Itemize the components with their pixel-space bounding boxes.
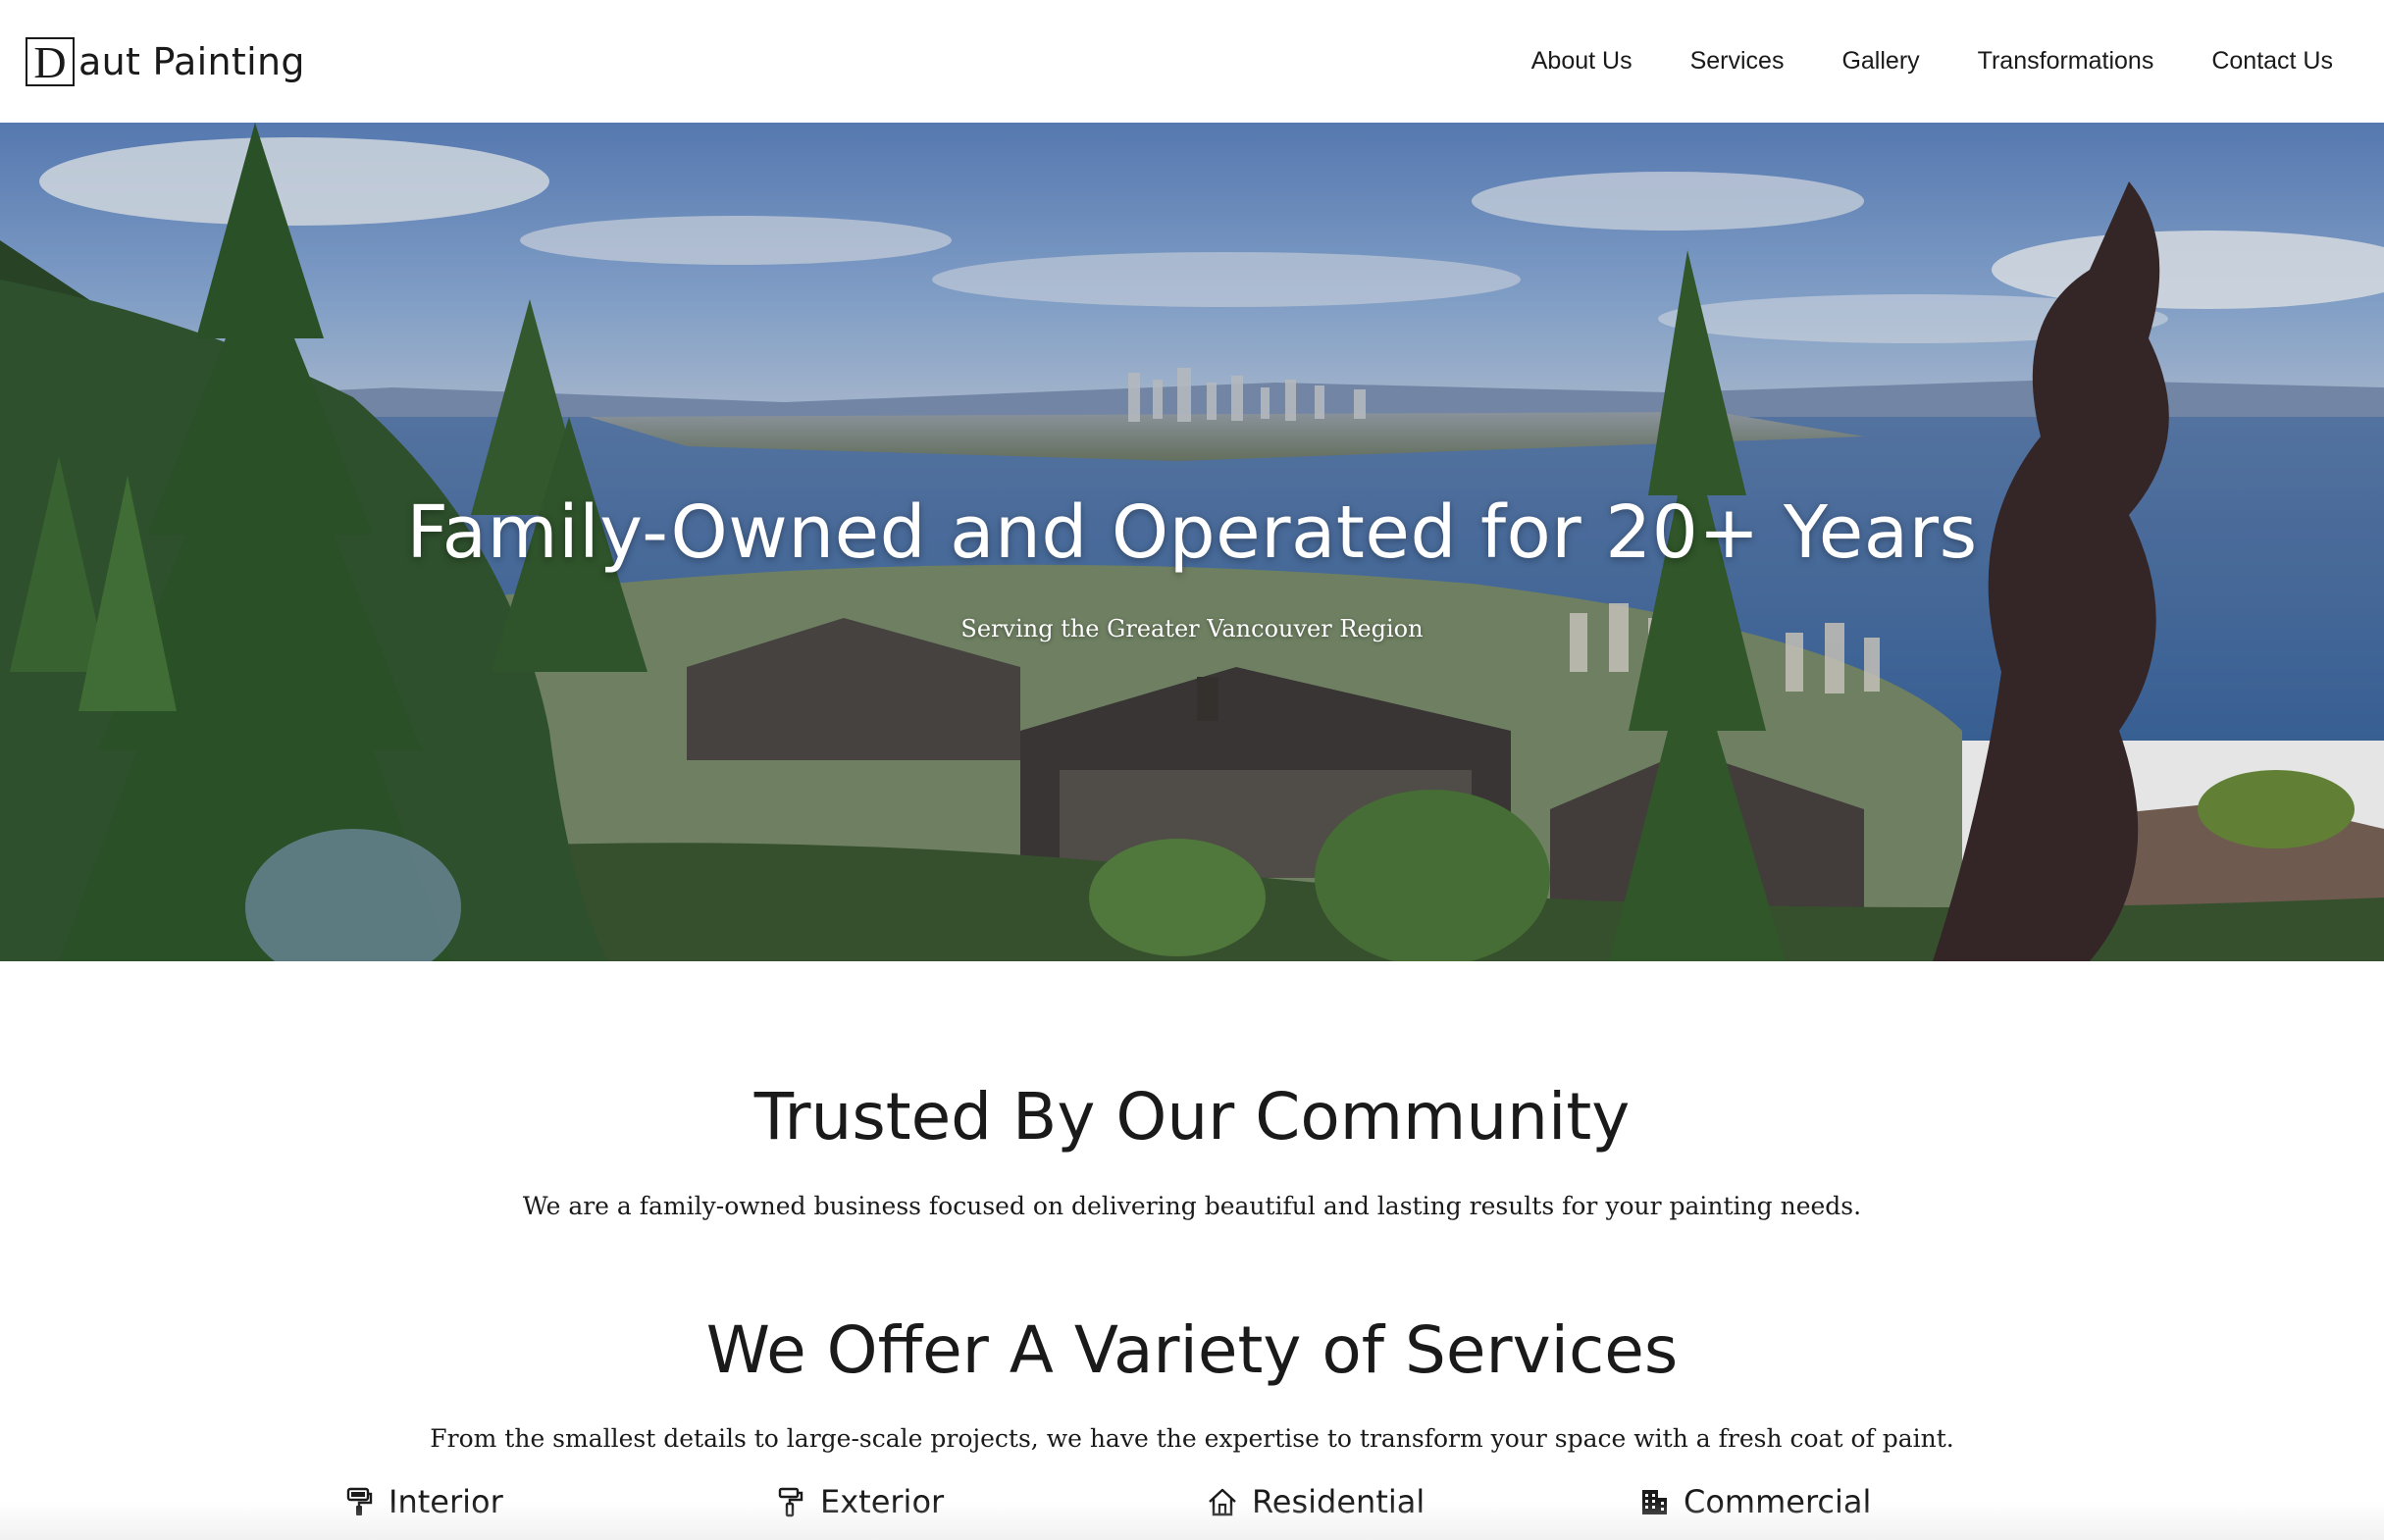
main-nav: About Us Services Gallery Transformation… (1474, 47, 2333, 76)
paint-roller-icon (346, 1487, 373, 1515)
trusted-description: We are a family-owned business focused o… (522, 1192, 1862, 1220)
services-heading: We Offer A Variety of Services (705, 1312, 1679, 1388)
nav-contact-us[interactable]: Contact Us (2211, 47, 2333, 76)
services-description: From the smallest details to large-scale… (430, 1424, 1954, 1453)
service-interior-label: Interior (389, 1483, 503, 1520)
service-residential[interactable]: Residential (1207, 1483, 1425, 1520)
nav-about-us[interactable]: About Us (1531, 47, 1633, 76)
nav-gallery[interactable]: Gallery (1841, 47, 1919, 76)
service-residential-label: Residential (1252, 1483, 1425, 1520)
hero-subtitle: Serving the Greater Vancouver Region (960, 615, 1424, 642)
service-exterior[interactable]: Exterior (775, 1483, 944, 1520)
trusted-heading: Trusted By Our Community (753, 1079, 1631, 1155)
paint-brush-icon (778, 1487, 803, 1517)
building-icon (1642, 1490, 1667, 1514)
service-commercial[interactable]: Commercial (1638, 1483, 1871, 1520)
hero-section: Family-Owned and Operated for 20+ Years … (0, 123, 2384, 961)
nav-transformations[interactable]: Transformations (1978, 47, 2154, 76)
service-exterior-label: Exterior (820, 1483, 945, 1520)
services-list: Interior Exterior Residential Commercial (0, 1483, 2384, 1532)
site-logo[interactable]: D aut Painting (26, 36, 305, 86)
nav-services[interactable]: Services (1690, 47, 1785, 76)
hero-title: Family-Owned and Operated for 20+ Years (406, 490, 1978, 575)
house-icon (1209, 1488, 1236, 1516)
service-commercial-label: Commercial (1684, 1483, 1872, 1520)
site-header: D aut Painting About Us Services Gallery… (0, 0, 2384, 123)
logo-letter-box: D (26, 36, 75, 86)
service-interior[interactable]: Interior (343, 1483, 503, 1520)
logo-text: aut Painting (78, 39, 305, 83)
